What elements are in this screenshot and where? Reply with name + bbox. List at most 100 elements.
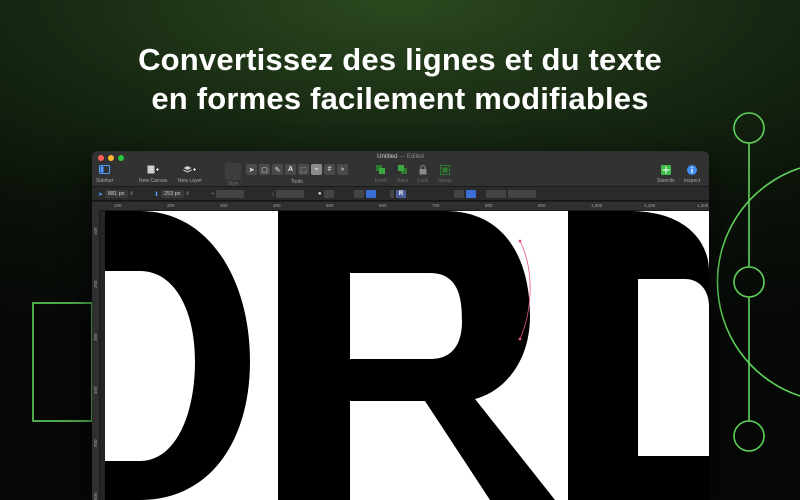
stencils-button[interactable]: Stencils: [657, 163, 675, 184]
drawing-canvas[interactable]: [100, 211, 709, 500]
fill-group: [454, 190, 476, 198]
stepper-icon[interactable]: ⇕: [130, 191, 134, 197]
corner-radius-field[interactable]: [323, 190, 334, 198]
width-icon: ⇥: [210, 191, 215, 197]
ruler-tick-label: 200: [93, 280, 98, 288]
ruler-tick-label: 100: [93, 227, 98, 235]
y-position-group: ⬇ 253 px ⇕: [154, 190, 190, 198]
canvas-edge: [100, 211, 105, 500]
document-status: Edited: [406, 154, 424, 160]
app-window: Untitled — Edited Sidebar New Canvas New…: [92, 151, 709, 500]
stepper-icon[interactable]: ⇕: [186, 191, 190, 197]
pen-tool[interactable]: ✎: [272, 164, 283, 175]
front-label: Front: [375, 178, 387, 184]
deco-node-top: [733, 112, 765, 144]
corner-radius-icon: ●: [318, 191, 322, 197]
back-label: Back: [397, 178, 409, 184]
ruler-tick-label: 800: [485, 203, 493, 208]
ruler-tick-label: 500: [326, 203, 334, 208]
canvas-artwork[interactable]: [100, 211, 709, 500]
vertical-ruler[interactable]: 100 200 300 400 500 600: [92, 211, 100, 500]
new-canvas-label: New Canvas: [139, 178, 168, 184]
grid-icon: #: [327, 166, 332, 173]
ruler-tick-label: 100: [114, 203, 122, 208]
group-icon: [439, 163, 450, 176]
deco-arc: [716, 167, 800, 397]
shape-tool[interactable]: ▢: [259, 164, 270, 175]
stroke-swatch[interactable]: [486, 190, 506, 198]
path-anchor-point: [518, 239, 522, 243]
ruler-tick-label: 1,100: [644, 203, 656, 208]
snap-toggle[interactable]: [354, 190, 364, 198]
chevron-right-icon: »: [340, 166, 345, 173]
pen-icon: ✎: [274, 166, 281, 174]
grid-tool[interactable]: #: [324, 164, 335, 175]
window-title: Untitled — Edited: [92, 154, 709, 160]
node-tool[interactable]: ⌖: [311, 164, 322, 175]
new-canvas-button[interactable]: New Canvas: [139, 163, 167, 184]
group-label: Group: [438, 178, 452, 184]
send-back-icon: [397, 163, 408, 176]
x-position-field[interactable]: 881 px: [105, 190, 128, 198]
snap-group: [354, 190, 376, 198]
horizontal-ruler[interactable]: 100 200 300 400 500 600 700 800 900 1,000 1,100 1,2…: [100, 202, 709, 211]
stroke-width-field[interactable]: [508, 190, 536, 198]
new-layer-button[interactable]: New Layer: [178, 163, 202, 184]
stroke-group: [486, 190, 536, 198]
ruler-tick-label: 900: [538, 203, 546, 208]
more-tools-button[interactable]: »: [337, 164, 348, 175]
width-group: ⇥: [210, 190, 245, 198]
width-field[interactable]: [216, 190, 245, 198]
ruler-tick-label: 600: [379, 203, 387, 208]
frame-icon: ⬚: [300, 166, 307, 174]
ruler-tick-label: 300: [220, 203, 228, 208]
ruler-tick-label: 400: [93, 386, 98, 394]
letter-r-shape: [278, 211, 555, 500]
snap-dropdown[interactable]: [366, 190, 376, 198]
ruler-tick-label: 1,000: [591, 203, 603, 208]
sidebar-label: Sidebar: [96, 178, 114, 184]
inspect-label: Inspect: [684, 178, 701, 184]
corner-group: ●: [318, 190, 334, 198]
select-tool[interactable]: ➤: [246, 164, 257, 175]
lock-button[interactable]: Lock: [418, 163, 429, 184]
y-position-field[interactable]: 253 px: [161, 190, 184, 198]
convert-path-button[interactable]: R: [396, 190, 406, 198]
fill-swatch[interactable]: [454, 190, 464, 198]
ruler-corner: [92, 202, 100, 211]
frame-tool[interactable]: ⬚: [298, 164, 309, 175]
layers-icon: [183, 163, 197, 176]
height-field[interactable]: [276, 190, 305, 198]
text-tool[interactable]: A: [285, 164, 296, 175]
letter-d-right-shape: [568, 211, 709, 500]
titlebar: Untitled — Edited Sidebar New Canvas New…: [92, 151, 709, 187]
arrow-icon: ➤: [248, 166, 255, 174]
deco-node-middle: [733, 266, 765, 298]
lock-icon: [419, 163, 427, 176]
rectangle-icon: ▢: [261, 166, 268, 174]
path-mode-group: R: [390, 190, 406, 198]
style-well[interactable]: [225, 163, 241, 180]
new-layer-label: New Layer: [178, 178, 202, 184]
text-icon: A: [287, 166, 294, 173]
ruler-tick-label: 500: [93, 439, 98, 447]
options-bar: ➤ 881 px ⇕ ⬇ 253 px ⇕ ⇥ ⤓ ● R: [92, 187, 709, 201]
sidebar-button[interactable]: Sidebar: [96, 163, 113, 184]
group-button[interactable]: Group: [438, 163, 452, 184]
new-canvas-icon: [147, 163, 160, 176]
fill-dropdown[interactable]: [466, 190, 476, 198]
ruler-tick-label: 600: [93, 492, 98, 500]
stencils-icon: [660, 163, 671, 176]
height-icon: ⤓: [272, 191, 275, 197]
separator-icon: [390, 190, 394, 198]
stencils-label: Stencils: [657, 178, 675, 184]
sidebar-icon: [99, 163, 111, 176]
bring-front-button[interactable]: Front: [375, 163, 387, 184]
deco-rectangle: [32, 302, 93, 422]
inspect-button[interactable]: Inspect: [684, 163, 700, 184]
ruler-tick-label: 400: [273, 203, 281, 208]
arrow-down-icon: ⬇: [154, 191, 160, 198]
ruler-tick-label: 200: [167, 203, 175, 208]
path-anchor-point: [518, 337, 522, 341]
send-back-button[interactable]: Back: [397, 163, 408, 184]
